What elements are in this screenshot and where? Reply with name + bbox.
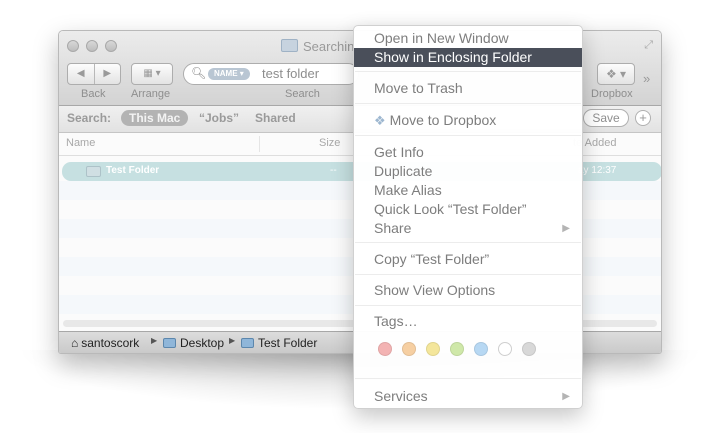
arrange-label: Arrange	[131, 88, 171, 100]
submenu-arrow-icon: ▶	[562, 223, 570, 234]
tag-color-dot[interactable]	[498, 342, 512, 356]
home-icon: ⌂	[71, 336, 79, 350]
menu-separator	[355, 135, 581, 136]
column-size[interactable]: Size	[319, 137, 340, 149]
row-name: Test Folder	[106, 165, 160, 176]
menu-separator	[355, 274, 581, 275]
menu-item-share[interactable]: Share ▶	[354, 219, 582, 238]
forward-arrow-icon[interactable]: ▶	[95, 64, 121, 84]
path-folder-label: Test Folder	[258, 336, 318, 350]
fullscreen-icon[interactable]: ⤢	[644, 39, 653, 52]
save-search-button[interactable]: Save	[583, 109, 629, 127]
path-separator-icon: ▶	[151, 336, 158, 345]
dropbox-button[interactable]: ❖ ▾	[597, 63, 635, 85]
close-button[interactable]	[67, 40, 79, 52]
path-separator-icon: ▶	[229, 336, 236, 345]
menu-separator	[355, 71, 581, 72]
tag-color-dot[interactable]	[378, 342, 392, 356]
folder-icon	[281, 39, 298, 52]
menu-separator	[355, 378, 581, 379]
menu-separator	[355, 242, 581, 243]
toolbar-overflow-icon[interactable]: »	[643, 71, 650, 86]
path-desktop-label: Desktop	[180, 336, 225, 350]
tag-color-dot[interactable]	[426, 342, 440, 356]
folder-icon	[163, 338, 176, 348]
scope-jobs[interactable]: “Jobs”	[199, 111, 239, 125]
search-field[interactable]: 🔍︎ NAME ▾ test folder	[183, 63, 359, 85]
dropbox-label: Dropbox	[591, 88, 633, 100]
back-label: Back	[81, 88, 106, 100]
search-icon: 🔍︎	[191, 66, 207, 80]
submenu-arrow-icon: ▶	[562, 391, 570, 402]
window-title: Searchin	[281, 39, 354, 54]
dropbox-icon: ❖	[374, 113, 386, 128]
menu-item-get-info[interactable]: Get Info	[354, 143, 582, 162]
tag-color-dot[interactable]	[450, 342, 464, 356]
menu-separator	[355, 103, 581, 104]
menu-item-move-to-trash[interactable]: Move to Trash	[354, 79, 582, 98]
menu-item-open-new-window[interactable]: Open in New Window	[354, 29, 582, 48]
menu-item-make-alias[interactable]: Make Alias	[354, 181, 582, 200]
scope-shared[interactable]: Shared	[255, 111, 296, 125]
window-title-text: Searchin	[303, 39, 355, 54]
column-divider	[259, 136, 260, 152]
menu-item-move-to-dropbox-label: Move to Dropbox	[389, 112, 497, 128]
arrange-button[interactable]: ▦ ▾	[131, 63, 173, 85]
tag-color-dot[interactable]	[474, 342, 488, 356]
row-date-added: ay 12:37	[578, 165, 617, 176]
path-item-test-folder[interactable]: Test Folder	[241, 336, 317, 350]
search-label: Search	[285, 88, 320, 100]
back-forward-control: ◀ ▶	[67, 63, 121, 85]
back-arrow-icon[interactable]: ◀	[68, 64, 95, 84]
tag-color-picker	[378, 342, 536, 356]
menu-item-tags[interactable]: Tags…	[354, 312, 582, 331]
tag-color-dot[interactable]	[402, 342, 416, 356]
path-user-label: santoscork	[81, 336, 140, 350]
menu-item-copy[interactable]: Copy “Test Folder”	[354, 250, 582, 269]
menu-item-show-enclosing-folder[interactable]: Show in Enclosing Folder	[354, 48, 582, 67]
menu-item-duplicate[interactable]: Duplicate	[354, 162, 582, 181]
menu-item-quick-look[interactable]: Quick Look “Test Folder”	[354, 200, 582, 219]
menu-item-services-label: Services	[374, 388, 428, 404]
folder-icon	[241, 338, 254, 348]
menu-item-show-view-options[interactable]: Show View Options	[354, 281, 582, 300]
search-input-value[interactable]: test folder	[262, 66, 319, 81]
column-name[interactable]: Name	[66, 137, 95, 149]
path-item-user[interactable]: ⌂ santoscork	[71, 336, 139, 350]
zoom-button[interactable]	[105, 40, 117, 52]
row-size: --	[330, 165, 337, 176]
menu-separator	[355, 305, 581, 306]
scope-this-mac[interactable]: This Mac	[121, 110, 189, 126]
scope-label: Search:	[67, 111, 112, 125]
context-menu: Open in New Window Show in Enclosing Fol…	[353, 25, 583, 409]
menu-item-services[interactable]: Services ▶	[354, 387, 582, 406]
minimize-button[interactable]	[86, 40, 98, 52]
menu-item-share-label: Share	[374, 220, 412, 236]
menu-item-move-to-dropbox[interactable]: ❖ Move to Dropbox	[354, 111, 582, 130]
path-item-desktop[interactable]: Desktop	[163, 336, 224, 350]
add-criteria-button[interactable]: +	[635, 110, 651, 126]
search-name-token[interactable]: NAME ▾	[208, 68, 250, 80]
folder-icon	[86, 166, 101, 177]
tag-color-dot[interactable]	[522, 342, 536, 356]
